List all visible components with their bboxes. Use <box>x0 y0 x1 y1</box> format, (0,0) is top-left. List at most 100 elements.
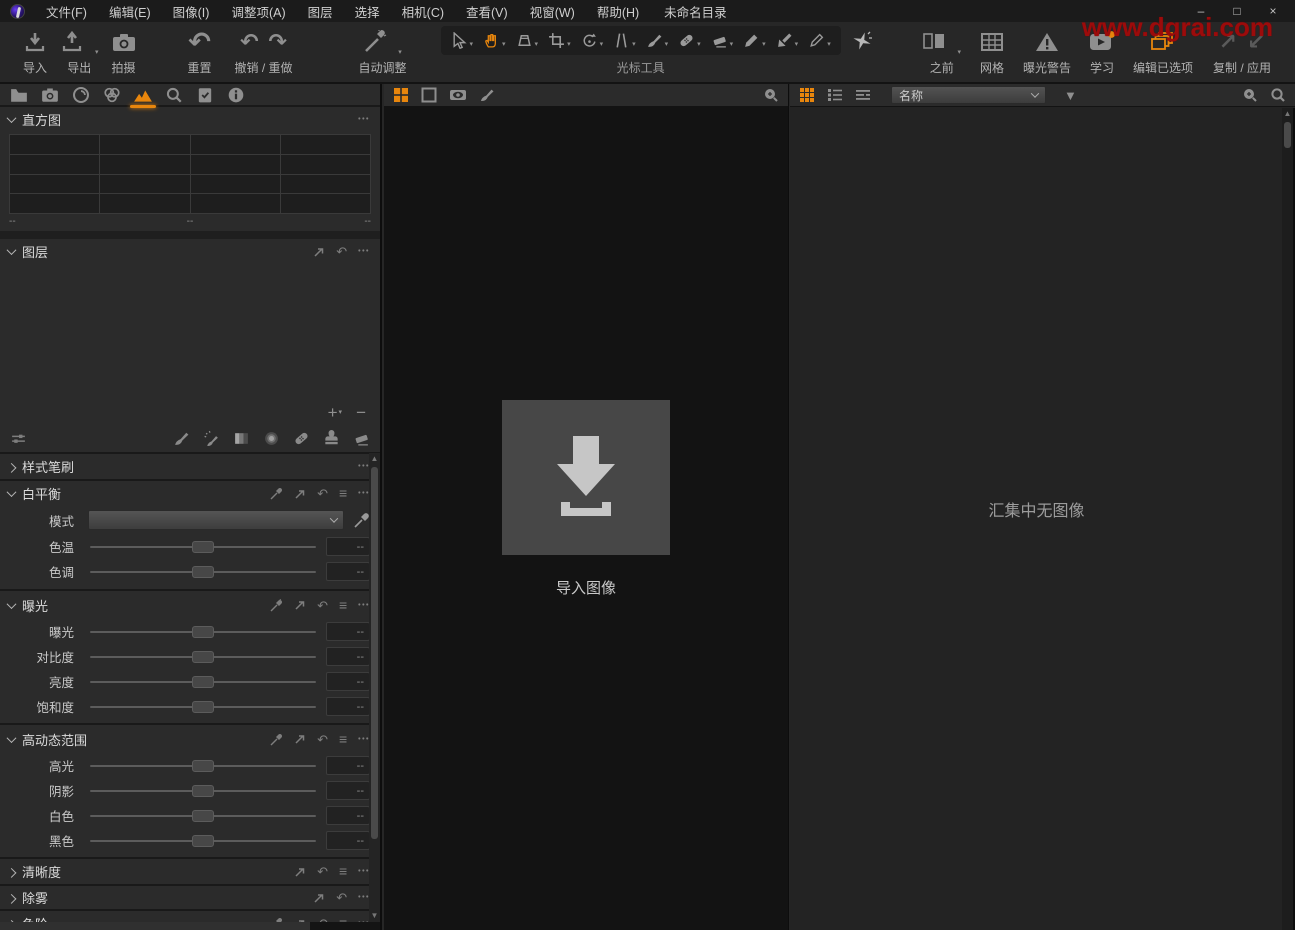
proof-view-icon[interactable] <box>449 87 467 103</box>
expand-panel-icon[interactable] <box>294 599 306 611</box>
copy-apply-button[interactable]: ↗ ↙ 复制 / 应用 <box>1203 26 1281 78</box>
reset-panel-icon[interactable]: ↶ <box>317 733 328 746</box>
annotate-brush-icon[interactable] <box>479 87 495 103</box>
shadows-slider[interactable] <box>88 784 318 798</box>
presets-menu-icon[interactable]: ≡ <box>339 598 347 612</box>
menu-image[interactable]: 图像(I) <box>162 0 221 24</box>
presets-menu-icon[interactable]: ≡ <box>339 732 347 746</box>
crop-tool[interactable]: ▾ <box>544 29 575 52</box>
import-button[interactable]: 导入 <box>14 26 56 78</box>
sort-by-select[interactable]: 名称 <box>891 86 1046 104</box>
exposure-slider[interactable] <box>88 625 318 639</box>
left-panel-hscrollbar[interactable] <box>0 922 380 930</box>
shadows-value[interactable]: -- <box>326 781 370 800</box>
wb-mode-select[interactable] <box>88 510 344 530</box>
export-button[interactable]: ▾ 导出 <box>56 26 103 78</box>
grid-view-icon[interactable] <box>799 87 815 103</box>
keystone-tool[interactable]: ▾ <box>609 29 640 52</box>
edit-selected-button[interactable]: 编辑已选项 <box>1129 26 1197 78</box>
highlights-value[interactable]: -- <box>326 756 370 775</box>
scrollbar-thumb[interactable] <box>371 467 378 839</box>
hscrollbar-thumb[interactable] <box>0 922 310 930</box>
layer-magic-brush-icon[interactable] <box>203 430 220 447</box>
heal-tool[interactable]: ▾ <box>674 29 705 52</box>
whites-value[interactable]: -- <box>326 806 370 825</box>
expand-panel-icon[interactable] <box>313 892 325 904</box>
minimize-button[interactable]: – <box>1187 2 1215 20</box>
collapse-chevron-icon[interactable] <box>6 893 17 904</box>
list-view-icon[interactable] <box>827 87 843 103</box>
linear-mask-tool[interactable]: ▾ <box>804 29 835 52</box>
saturation-value[interactable]: -- <box>326 697 370 716</box>
multi-view-icon[interactable] <box>393 87 409 103</box>
expand-panel-icon[interactable] <box>294 866 306 878</box>
menu-window[interactable]: 视窗(W) <box>519 0 586 24</box>
reset-panel-icon[interactable]: ↶ <box>317 487 328 500</box>
highlights-slider[interactable] <box>88 759 318 773</box>
menu-adjustments[interactable]: 调整项(A) <box>220 0 296 24</box>
contrast-slider[interactable] <box>88 650 318 664</box>
collapse-chevron-icon[interactable] <box>6 113 17 124</box>
tab-info-icon[interactable] <box>225 84 247 106</box>
left-panel-scrollbar[interactable]: ▲ ▼ <box>369 453 380 922</box>
pick-white-balance-icon[interactable] <box>270 487 283 500</box>
saturation-slider[interactable] <box>88 700 318 714</box>
scroll-up-icon[interactable]: ▲ <box>371 453 379 465</box>
reset-button[interactable]: ↶ 重置 <box>179 26 221 78</box>
import-images-button[interactable] <box>502 400 670 555</box>
undo-redo-button[interactable]: ↶ ↷ 撤销 / 重做 <box>221 26 307 78</box>
tab-details-icon[interactable] <box>163 84 185 106</box>
select-tool[interactable]: ▾ <box>447 29 478 52</box>
layer-radial-icon[interactable] <box>263 430 280 447</box>
gradient-mask-tool[interactable]: ▾ <box>772 29 803 52</box>
loupe-tool[interactable]: ▾ <box>512 29 543 52</box>
brightness-value[interactable]: -- <box>326 672 370 691</box>
tab-capture-icon[interactable] <box>39 84 61 106</box>
exposure-warning-button[interactable]: 曝光警告 <box>1019 26 1075 78</box>
before-after-button[interactable]: ▾ 之前 <box>918 26 965 78</box>
add-layer-button[interactable]: + ▾ <box>328 404 342 421</box>
browser-scrollbar[interactable]: ▲ <box>1282 108 1293 930</box>
grid-button[interactable]: 网格 <box>971 26 1013 78</box>
whites-slider[interactable] <box>88 809 318 823</box>
brush-tool[interactable]: ▾ <box>642 29 673 52</box>
maximize-button[interactable]: □ <box>1223 2 1251 20</box>
tab-library-icon[interactable] <box>8 84 30 106</box>
scrollbar-thumb[interactable] <box>1284 122 1291 148</box>
expand-panel-icon[interactable] <box>294 733 306 745</box>
single-view-icon[interactable] <box>421 87 437 103</box>
temperature-value[interactable]: -- <box>326 537 370 556</box>
contrast-value[interactable]: -- <box>326 647 370 666</box>
tab-metadata-icon[interactable] <box>194 84 216 106</box>
magic-sparkle-icon[interactable] <box>851 26 873 52</box>
auto-adjust-icon[interactable] <box>270 733 283 746</box>
blacks-slider[interactable] <box>88 834 318 848</box>
learn-button[interactable]: 学习 <box>1081 26 1123 78</box>
wb-eyedropper-icon[interactable] <box>354 512 370 528</box>
search-icon[interactable] <box>1270 87 1286 103</box>
menu-file[interactable]: 文件(F) <box>35 0 98 24</box>
reset-panel-icon[interactable]: ↶ <box>317 599 328 612</box>
blacks-value[interactable]: -- <box>326 831 370 850</box>
undo-icon[interactable]: ↶ <box>240 31 258 53</box>
reset-panel-icon[interactable]: ↶ <box>336 245 347 258</box>
apply-icon[interactable]: ↙ <box>1247 31 1265 53</box>
layer-opacity-icon[interactable] <box>10 430 27 447</box>
auto-adjust-button[interactable]: ▾ 自动调整 <box>351 26 415 78</box>
close-button[interactable]: × <box>1259 2 1287 20</box>
tab-color-icon[interactable] <box>101 84 123 106</box>
layer-clone-icon[interactable] <box>323 429 340 447</box>
capture-button[interactable]: 拍摄 <box>103 26 145 78</box>
thumbnail-zoom-icon[interactable] <box>1242 87 1258 103</box>
scroll-down-icon[interactable]: ▼ <box>371 910 379 922</box>
more-options-icon[interactable]: ••• <box>358 113 370 126</box>
collapse-chevron-icon[interactable] <box>6 245 17 256</box>
menu-help[interactable]: 帮助(H) <box>586 0 650 24</box>
presets-menu-icon[interactable]: ≡ <box>339 486 347 500</box>
reset-panel-icon[interactable]: ↶ <box>317 865 328 878</box>
layer-eraser-icon[interactable] <box>353 430 370 447</box>
menu-edit[interactable]: 编辑(E) <box>98 0 162 24</box>
collapse-chevron-icon[interactable] <box>6 732 17 743</box>
menu-layer[interactable]: 图层 <box>297 0 344 24</box>
menu-select[interactable]: 选择 <box>344 0 391 24</box>
